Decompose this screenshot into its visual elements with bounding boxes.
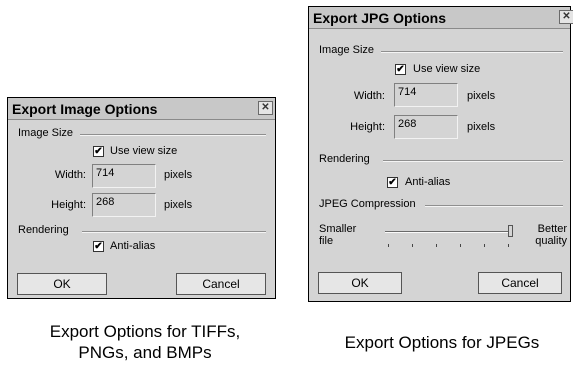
image-size-group-label: Image Size	[319, 44, 375, 56]
image-size-group-label: Image Size	[18, 127, 74, 139]
slider-tick	[388, 244, 389, 247]
height-unit: pixels	[467, 121, 496, 133]
ok-button[interactable]: OK	[17, 273, 107, 295]
close-icon[interactable]: ✕	[258, 101, 273, 115]
rendering-group-label: Rendering	[18, 224, 69, 236]
slider-tick	[436, 244, 437, 247]
width-field[interactable]: 714	[394, 83, 458, 107]
slider-tick	[412, 244, 413, 247]
anti-alias-label: Anti-alias	[110, 240, 156, 252]
anti-alias-checkbox[interactable]: ✔	[387, 177, 398, 188]
jpeg-quality-slider-thumb[interactable]	[508, 225, 513, 237]
left-caption: Export Options for TIFFs, PNGs, and BMPs	[49, 322, 241, 362]
jpeg-compression-divider	[425, 205, 563, 207]
height-unit: pixels	[164, 199, 193, 211]
height-field[interactable]: 268	[92, 193, 156, 217]
width-label: Width:	[353, 90, 385, 102]
cancel-button[interactable]: Cancel	[478, 272, 562, 294]
right-caption: Export Options for JPEGs	[344, 333, 540, 352]
width-field[interactable]: 714	[92, 164, 156, 188]
ok-button[interactable]: OK	[318, 272, 402, 294]
rendering-divider	[82, 231, 266, 233]
close-icon[interactable]: ✕	[559, 10, 573, 24]
width-unit: pixels	[164, 169, 193, 181]
slider-tick	[484, 244, 485, 247]
export-image-options-dialog: Export Image Options ✕ Image Size ✔ Use …	[7, 97, 276, 299]
use-view-size-checkbox[interactable]: ✔	[93, 146, 104, 157]
anti-alias-label: Anti-alias	[405, 176, 451, 188]
jpeg-quality-slider-track[interactable]	[385, 231, 513, 233]
rendering-group-label: Rendering	[319, 153, 370, 165]
slider-better-quality-label: Better quality	[535, 223, 567, 247]
width-label: Width:	[54, 169, 86, 181]
anti-alias-checkbox[interactable]: ✔	[93, 241, 104, 252]
export-jpg-options-dialog: Export JPG Options ✕ Image Size ✔ Use vi…	[308, 6, 573, 302]
slider-tick	[508, 244, 509, 247]
image-size-divider	[80, 134, 266, 136]
image-size-divider	[381, 51, 563, 53]
rendering-divider	[383, 160, 563, 162]
use-view-size-label: Use view size	[413, 63, 481, 75]
jpeg-compression-group-label: JPEG Compression	[319, 198, 416, 210]
slider-tick	[460, 244, 461, 247]
cancel-button[interactable]: Cancel	[176, 273, 266, 295]
use-view-size-label: Use view size	[110, 145, 178, 157]
height-label: Height:	[51, 199, 86, 211]
height-label: Height:	[350, 121, 385, 133]
use-view-size-checkbox[interactable]: ✔	[395, 64, 406, 75]
dialog-title: Export JPG Options	[309, 7, 570, 29]
width-unit: pixels	[467, 90, 496, 102]
slider-smaller-file-label: Smaller file	[319, 223, 357, 247]
dialog-title: Export Image Options	[8, 98, 275, 120]
height-field[interactable]: 268	[394, 115, 458, 139]
